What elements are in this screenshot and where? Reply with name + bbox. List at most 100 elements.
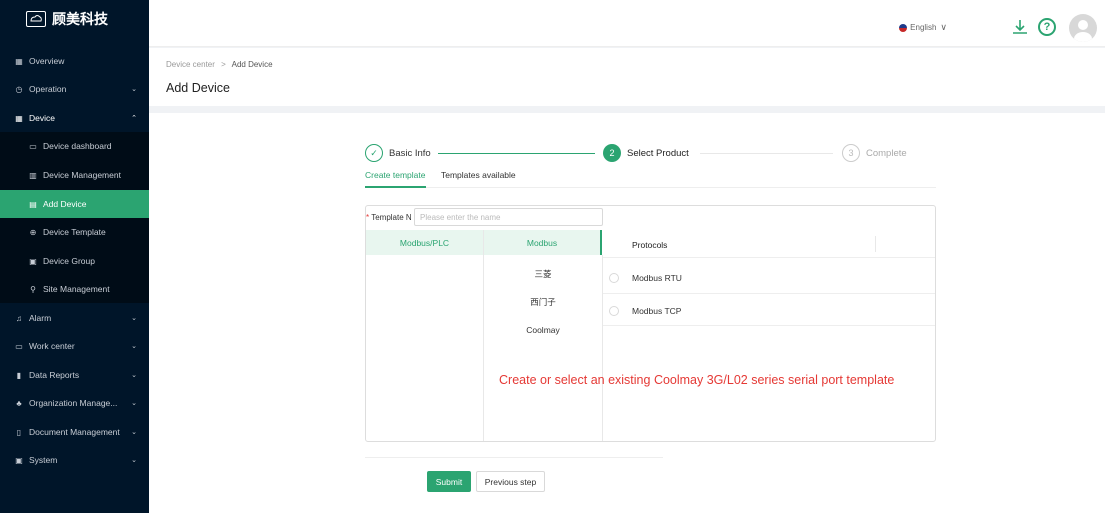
data-reports-icon: ▮	[16, 370, 22, 380]
chevron-down-icon: ⌄	[131, 457, 137, 464]
sidebar-item-alarm[interactable]: ♫ Alarm ⌄	[0, 304, 149, 332]
sidebar-item-organization-manage[interactable]: ♣ Organization Manage... ⌄	[0, 389, 149, 417]
instruction-annotation: Create or select an existing Coolmay 3G/…	[499, 373, 895, 387]
sidebar-item-label: Device	[29, 113, 55, 123]
tab-create-template[interactable]: Create template	[365, 170, 425, 180]
submit-button[interactable]: Submit	[427, 471, 471, 492]
sidebar-item-site-management[interactable]: ⚲ Site Management	[0, 275, 149, 303]
sidebar-item-label: Organization Manage...	[29, 398, 118, 408]
step-select-product: 2 Select Product	[603, 144, 689, 162]
footer-divider	[365, 457, 663, 458]
chevron-down-icon: ⌄	[131, 429, 137, 436]
template-name-label: * Template N	[366, 213, 412, 222]
brand-logo-icon	[26, 11, 46, 27]
sidebar-item-work-center[interactable]: ▭ Work center ⌄	[0, 332, 149, 360]
sidebar-item-device-management[interactable]: ▥ Device Management	[0, 161, 149, 189]
chevron-up-icon: ⌃	[131, 115, 137, 122]
brand-coolmay[interactable]: Coolmay	[484, 325, 602, 335]
sidebar-item-label: Add Device	[43, 199, 87, 209]
previous-step-button[interactable]: Previous step	[476, 471, 545, 492]
page-title: Add Device	[166, 81, 230, 95]
header-separator	[875, 236, 876, 252]
sidebar-item-label: Overview	[29, 56, 65, 66]
tab-templates-available[interactable]: Templates available	[441, 170, 516, 180]
brand-name: 顾美科技	[52, 12, 108, 28]
template-name-input[interactable]	[414, 208, 603, 226]
sidebar-item-operation[interactable]: ◷ Operation ⌄	[0, 75, 149, 103]
chevron-down-icon: ⌄	[131, 86, 137, 93]
sidebar-item-overview[interactable]: ▦ Overview	[0, 47, 149, 75]
step-label: Select Product	[627, 147, 689, 159]
sidebar-item-document-management[interactable]: ▯ Document Management ⌄	[0, 418, 149, 446]
site-icon: ⚲	[30, 284, 36, 294]
breadcrumb: Device center > Add Device	[166, 60, 273, 69]
language-selector[interactable]: English ∨	[899, 22, 947, 33]
add-device-icon: ▤	[29, 199, 37, 209]
management-icon: ▥	[29, 170, 37, 180]
sidebar-item-add-device[interactable]: ▤ Add Device	[0, 190, 149, 218]
brand-modbus[interactable]: Modbus	[484, 230, 602, 255]
brand-mitsubishi[interactable]: 三菱	[484, 268, 602, 280]
sidebar-item-system[interactable]: ▣ System ⌄	[0, 446, 149, 474]
sidebar-item-device-dashboard[interactable]: ▭ Device dashboard	[0, 132, 149, 160]
template-name-text: Template N	[371, 213, 412, 222]
chevron-down-icon: ∨	[940, 22, 947, 32]
sidebar-item-label: Document Management	[29, 427, 120, 437]
system-icon: ▣	[15, 455, 23, 465]
chevron-down-icon: ⌄	[131, 315, 137, 322]
chevron-down-icon: ⌄	[131, 343, 137, 350]
sidebar-item-label: Work center	[29, 341, 75, 351]
sidebar-item-data-reports[interactable]: ▮ Data Reports ⌄	[0, 361, 149, 389]
step-connector-done	[438, 153, 595, 154]
top-header: English ∨ ?	[149, 0, 1105, 47]
organization-icon: ♣	[16, 398, 22, 408]
help-icon[interactable]: ?	[1038, 18, 1056, 36]
sidebar-item-label: Device dashboard	[43, 141, 112, 151]
work-center-icon: ▭	[15, 341, 23, 351]
avatar[interactable]	[1069, 14, 1097, 42]
step-label: Basic Info	[389, 147, 431, 159]
protocols-header-label: Protocols	[632, 240, 668, 250]
language-label: English	[910, 23, 937, 32]
column-divider	[483, 230, 484, 441]
sidebar-item-device[interactable]: ▦ Device ⌃	[0, 104, 149, 132]
sidebar-item-label: Site Management	[43, 284, 110, 294]
tabs-divider	[365, 187, 936, 188]
template-icon: ⊕	[29, 227, 37, 237]
sidebar-item-label: Device Group	[43, 256, 95, 266]
alarm-icon: ♫	[16, 313, 22, 323]
protocol-modbus-rtu: Modbus RTU	[632, 273, 682, 283]
flag-icon	[899, 23, 908, 32]
radio-modbus-tcp[interactable]	[609, 306, 619, 316]
sidebar: 顾美科技 ▦ Overview ◷ Operation ⌄ ▦ Device ⌃ ▭ Device…	[0, 0, 149, 513]
breadcrumb-current: Add Device	[231, 60, 273, 69]
chevron-down-icon: ⌄	[131, 400, 137, 407]
protocol-modbus-tcp: Modbus TCP	[632, 306, 682, 316]
step-basic-info: ✓ Basic Info	[365, 144, 431, 162]
sidebar-item-label: Device Management	[43, 170, 121, 180]
category-modbus-plc[interactable]: Modbus/PLC	[366, 230, 483, 255]
breadcrumb-separator: >	[221, 60, 226, 69]
step-connector-pending	[700, 153, 833, 154]
brand-siemens[interactable]: 西门子	[484, 296, 602, 308]
sidebar-item-label: Data Reports	[29, 370, 80, 380]
breadcrumb-parent[interactable]: Device center	[166, 60, 215, 69]
step-complete: 3 Complete	[842, 144, 907, 162]
step-label: Complete	[866, 147, 907, 159]
sidebar-item-label: System	[29, 455, 58, 465]
required-mark: *	[366, 213, 370, 222]
tab-active-indicator	[365, 186, 426, 188]
document-icon: ▯	[16, 427, 22, 437]
chevron-down-icon: ⌄	[131, 372, 137, 379]
brand[interactable]: 顾美科技	[0, 0, 149, 38]
download-icon[interactable]	[1011, 18, 1029, 36]
sidebar-item-label: Alarm	[29, 313, 52, 323]
overview-icon: ▦	[15, 56, 23, 66]
device-icon: ▦	[15, 113, 23, 123]
radio-modbus-rtu[interactable]	[609, 273, 619, 283]
sidebar-item-label: Operation	[29, 84, 67, 94]
sidebar-item-device-template[interactable]: ⊕ Device Template	[0, 218, 149, 246]
dashboard-icon: ▭	[29, 141, 37, 151]
sidebar-item-label: Device Template	[43, 227, 106, 237]
sidebar-item-device-group[interactable]: ▣ Device Group	[0, 247, 149, 275]
